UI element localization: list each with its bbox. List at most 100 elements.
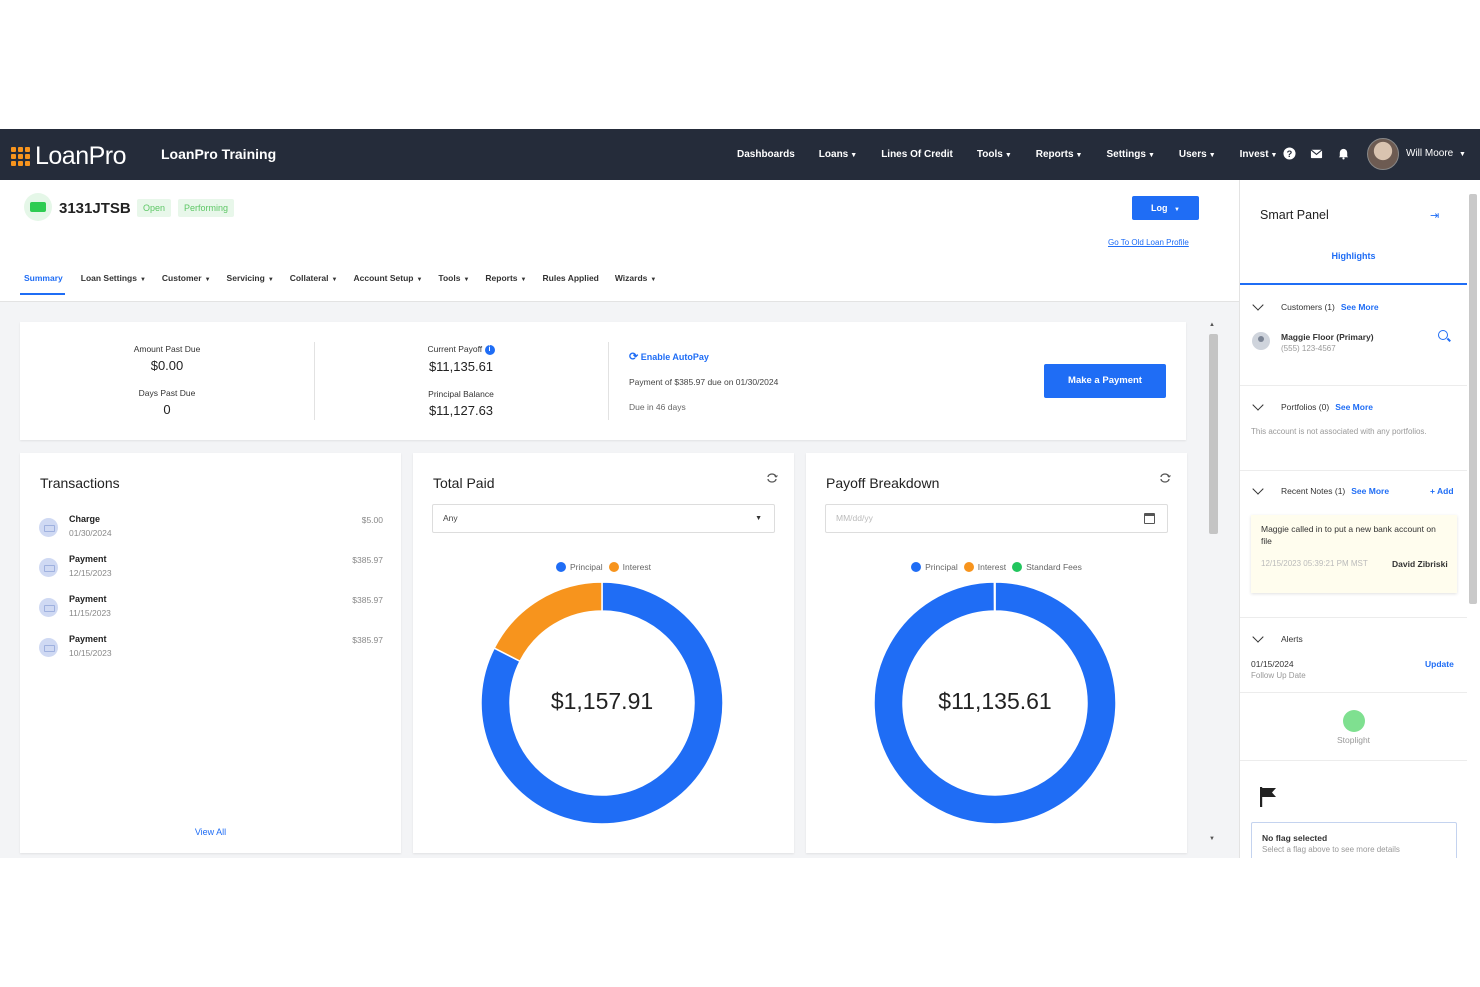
- next-payment-info: Payment of $385.97 due on 01/30/2024: [629, 377, 779, 387]
- transaction-row[interactable]: Payment 12/15/2023 $385.97: [39, 554, 383, 594]
- stoplight-indicator[interactable]: [1343, 710, 1365, 732]
- tab-collateral[interactable]: Collateral ▼: [290, 273, 338, 295]
- bell-icon[interactable]: [1337, 147, 1350, 160]
- calendar-icon[interactable]: [1144, 513, 1155, 524]
- tab-servicing[interactable]: Servicing ▼: [227, 273, 274, 295]
- past-due-column: Amount Past Due $0.00 Days Past Due 0: [112, 344, 222, 417]
- swap-icon[interactable]: [766, 473, 778, 483]
- stoplight-label: Stoplight: [1336, 735, 1371, 745]
- search-icon[interactable]: [1438, 330, 1448, 340]
- tab-reports[interactable]: Reports ▼: [485, 273, 526, 295]
- transaction-amount: $385.97: [352, 555, 383, 565]
- enable-autopay-link[interactable]: ⟳ Enable AutoPay: [629, 350, 709, 363]
- nav-item-settings[interactable]: Settings ▼: [1106, 149, 1154, 160]
- customers-header-text: Customers (1): [1281, 302, 1335, 312]
- scrollbar-thumb[interactable]: [1209, 334, 1218, 534]
- old-loan-profile-link[interactable]: Go To Old Loan Profile: [1108, 238, 1189, 247]
- mail-icon[interactable]: [1310, 147, 1323, 160]
- note-text: Maggie called in to put a new bank accou…: [1261, 524, 1436, 546]
- donut-slice-interest[interactable]: [493, 581, 603, 663]
- transaction-row[interactable]: Charge 01/30/2024 $5.00: [39, 514, 383, 554]
- main-scrollbar[interactable]: ▲ ▼: [1208, 322, 1218, 852]
- note-card[interactable]: Maggie called in to put a new bank accou…: [1251, 515, 1457, 593]
- info-icon[interactable]: i: [484, 344, 495, 355]
- smart-panel: Smart Panel ⇥ Highlights Customers (1) Se…: [1239, 180, 1480, 858]
- transaction-row[interactable]: Payment 10/15/2023 $385.97: [39, 634, 383, 674]
- make-payment-button[interactable]: Make a Payment: [1044, 364, 1166, 398]
- caret-down-icon: ▼: [204, 277, 211, 283]
- flag-title: No flag selected: [1262, 833, 1328, 843]
- caret-down-icon: ▼: [520, 277, 527, 283]
- amount-past-due-value: $0.00: [150, 358, 184, 373]
- customer-name[interactable]: Maggie Floor (Primary): [1281, 332, 1374, 342]
- legend-item[interactable]: Principal: [556, 562, 603, 572]
- smart-panel-scrollbar[interactable]: [1468, 180, 1478, 858]
- chevron-down-icon[interactable]: [1252, 631, 1264, 643]
- flag-icon[interactable]: [1258, 786, 1278, 808]
- summary-divider: [314, 342, 315, 420]
- tab-label: Loan Settings: [80, 273, 137, 283]
- tab-wizards[interactable]: Wizards ▼: [615, 273, 656, 295]
- current-payoff-label: Current Payoff i: [400, 344, 522, 355]
- summary-divider: [608, 342, 609, 420]
- alert-update-link[interactable]: Update: [1425, 659, 1454, 669]
- nav-item-invest[interactable]: Invest ▼: [1240, 149, 1278, 160]
- payoff-breakdown-legend: Principal Interest Standard Fees: [806, 562, 1187, 572]
- tab-loan-settings[interactable]: Loan Settings ▼: [81, 273, 146, 295]
- transaction-date: 11/15/2023: [69, 608, 111, 618]
- legend-item[interactable]: Interest: [608, 562, 651, 572]
- log-button[interactable]: Log ▼: [1132, 196, 1199, 220]
- loan-header: 3131JTSB Open Performing Log ▼ Go To Old…: [0, 180, 1239, 302]
- tab-summary[interactable]: Summary: [18, 273, 65, 295]
- nav-item-users[interactable]: Users ▼: [1179, 149, 1216, 160]
- transaction-row[interactable]: Payment 11/15/2023 $385.97: [39, 594, 383, 634]
- nav-item-dashboards[interactable]: Dashboards: [737, 149, 795, 160]
- principal-balance-label: Principal Balance: [428, 388, 494, 399]
- scroll-up-icon[interactable]: ▲: [1209, 322, 1215, 328]
- chevron-down-icon[interactable]: [1252, 399, 1264, 411]
- collapse-panel-icon[interactable]: ⇥: [1430, 209, 1439, 222]
- user-menu[interactable]: Will Moore ▼: [1406, 148, 1466, 159]
- chevron-down-icon[interactable]: [1252, 483, 1264, 495]
- scroll-down-icon[interactable]: ▼: [1209, 836, 1215, 842]
- loanpro-logo[interactable]: LoanPro: [11, 142, 127, 171]
- swap-icon[interactable]: [1159, 473, 1171, 483]
- payoff-breakdown-title: Payoff Breakdown: [826, 475, 940, 491]
- payoff-date-input[interactable]: MM/dd/yy: [825, 504, 1168, 533]
- transaction-icon: [39, 598, 58, 617]
- user-avatar[interactable]: [1367, 138, 1399, 170]
- tab-tools[interactable]: Tools ▼: [438, 273, 469, 295]
- view-all-link[interactable]: View All: [20, 827, 401, 837]
- smart-panel-scrollbar-thumb[interactable]: [1469, 194, 1477, 604]
- nav-item-label: Tools: [976, 149, 1003, 160]
- caret-down-icon: ▼: [1147, 152, 1155, 159]
- top-navbar: LoanPro LoanPro Training Dashboards Loans…: [0, 129, 1480, 180]
- tab-account-setup[interactable]: Account Setup ▼: [353, 273, 422, 295]
- legend-item[interactable]: Interest: [963, 562, 1006, 572]
- legend-item[interactable]: Standard Fees: [1012, 562, 1082, 572]
- transaction-icon: [39, 558, 58, 577]
- tab-rules-applied[interactable]: Rules Applied: [543, 273, 599, 295]
- transaction-amount: $385.97: [352, 635, 383, 645]
- tab-highlights[interactable]: Highlights: [1240, 251, 1467, 261]
- help-icon[interactable]: ?: [1283, 147, 1296, 160]
- customers-see-more-link[interactable]: See More: [1341, 302, 1379, 312]
- nav-item-tools[interactable]: Tools ▼: [977, 149, 1012, 160]
- chevron-down-icon[interactable]: [1252, 299, 1264, 311]
- transaction-amount: $385.97: [352, 595, 383, 605]
- notes-see-more-link[interactable]: See More: [1351, 486, 1389, 496]
- nav-item-loans[interactable]: Loans ▼: [819, 149, 857, 160]
- total-paid-filter-select[interactable]: Any ▼: [432, 504, 775, 533]
- tab-customer[interactable]: Customer ▼: [162, 273, 211, 295]
- nav-item-lines-of-credit[interactable]: Lines Of Credit: [881, 149, 953, 160]
- portfolios-see-more-link[interactable]: See More: [1335, 402, 1373, 412]
- due-in-text: Due in 46 days: [629, 402, 686, 412]
- divider: [1240, 760, 1467, 761]
- divider: [1240, 385, 1467, 386]
- legend-swatch: [911, 562, 922, 572]
- nav-item-reports[interactable]: Reports ▼: [1036, 149, 1083, 160]
- caret-down-icon: ▼: [1004, 152, 1012, 159]
- add-note-button[interactable]: + Add: [1430, 486, 1454, 496]
- total-paid-center-value: $1,157.91: [550, 688, 654, 714]
- legend-item[interactable]: Principal: [911, 562, 958, 572]
